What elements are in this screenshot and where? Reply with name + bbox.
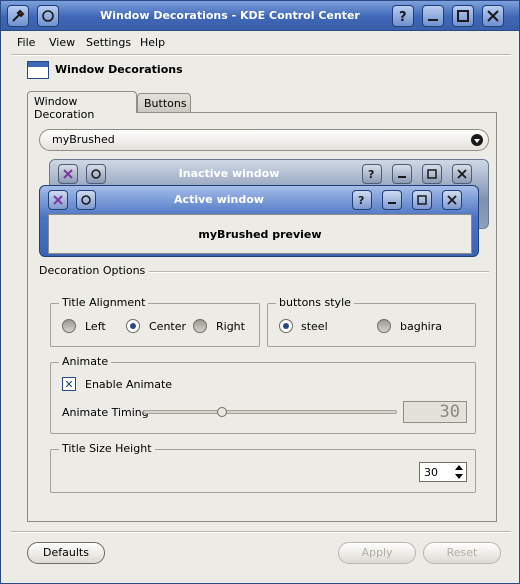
- menubar: File View Settings Help: [1, 33, 519, 53]
- align-left-radio[interactable]: [62, 319, 76, 333]
- animate-timing-display: 30: [403, 401, 467, 423]
- preview-menu-icon: [48, 190, 68, 210]
- footer-separator: [11, 531, 511, 533]
- animate-label: Animate: [59, 355, 112, 368]
- enable-animate-checkbox[interactable]: ✕: [62, 377, 76, 391]
- window-title: Window Decorations - KDE Control Center: [100, 9, 360, 22]
- inactive-window-title: Inactive window: [178, 167, 280, 180]
- preview-menu-icon: [58, 164, 78, 184]
- reset-button[interactable]: Reset: [423, 542, 501, 564]
- animate-timing-slider[interactable]: [143, 407, 397, 417]
- align-center-radio[interactable]: [126, 319, 140, 333]
- active-window-preview: Active window ? myBrushed preview: [39, 185, 479, 257]
- svg-text:?: ?: [368, 168, 374, 180]
- style-baghira-radio[interactable]: [377, 319, 391, 333]
- minimize-button[interactable]: [422, 5, 444, 27]
- menu-settings[interactable]: Settings: [86, 36, 131, 49]
- title-size-spinbox[interactable]: 30: [419, 462, 467, 482]
- align-right-label: Right: [216, 320, 245, 333]
- preview-maximize-icon: [422, 164, 442, 184]
- style-baghira-label: baghira: [400, 320, 442, 333]
- menu-view[interactable]: View: [49, 36, 75, 49]
- menubar-separator: [11, 54, 511, 56]
- preview-help-icon: ?: [352, 190, 372, 210]
- animate-group: Animate: [50, 355, 476, 434]
- window-titlebar[interactable]: Window Decorations - KDE Control Center …: [1, 1, 519, 31]
- menu-file[interactable]: File: [17, 36, 35, 49]
- preview-maximize-icon: [412, 190, 432, 210]
- spin-up-icon[interactable]: [455, 465, 463, 470]
- help-button[interactable]: ?: [392, 5, 414, 27]
- title-alignment-label: Title Alignment: [59, 296, 149, 309]
- preview-body: myBrushed preview: [48, 214, 472, 254]
- window-decoration-icon: [27, 61, 49, 79]
- kde-window: Window Decorations - KDE Control Center …: [0, 0, 520, 584]
- sticky-button[interactable]: [37, 5, 59, 27]
- tools-icon[interactable]: [7, 5, 29, 27]
- preview-close-icon: [442, 190, 462, 210]
- align-right-radio[interactable]: [193, 319, 207, 333]
- menu-help[interactable]: Help: [140, 36, 165, 49]
- apply-button[interactable]: Apply: [338, 542, 416, 564]
- maximize-button[interactable]: [452, 5, 474, 27]
- spin-down-icon[interactable]: [455, 474, 463, 479]
- enable-animate-label: Enable Animate: [85, 378, 173, 391]
- animate-timing-label: Animate Timing: [62, 406, 149, 419]
- style-steel-label: steel: [301, 320, 328, 333]
- active-window-title: Active window: [174, 193, 264, 206]
- tab-buttons[interactable]: Buttons: [137, 93, 191, 113]
- align-left-label: Left: [85, 320, 106, 333]
- preview-minimize-icon: [392, 164, 412, 184]
- module-title: Window Decorations: [55, 63, 183, 76]
- align-center-label: Center: [149, 320, 187, 333]
- decoration-select[interactable]: myBrushed: [39, 129, 489, 151]
- title-size-label: Title Size Height: [59, 442, 155, 455]
- tab-window-decoration[interactable]: Window Decoration: [27, 91, 137, 121]
- preview-help-icon: ?: [362, 164, 382, 184]
- style-steel-radio[interactable]: [279, 319, 293, 333]
- svg-text:?: ?: [399, 10, 407, 23]
- title-size-group: Title Size Height: [50, 442, 476, 493]
- svg-text:?: ?: [358, 194, 364, 206]
- decoration-select-value: myBrushed: [52, 133, 115, 146]
- buttons-style-label: buttons style: [276, 296, 354, 309]
- decoration-options-label: Decoration Options: [39, 264, 150, 277]
- preview-sticky-icon: [86, 164, 106, 184]
- buttons-style-group: buttons style: [267, 296, 476, 347]
- title-size-value: 30: [424, 466, 438, 479]
- check-mark-icon: ✕: [64, 377, 74, 391]
- preview-minimize-icon: [382, 190, 402, 210]
- slider-handle[interactable]: [217, 407, 227, 417]
- preview-sticky-icon: [76, 190, 96, 210]
- preview-body-text: myBrushed preview: [198, 227, 322, 241]
- preview-close-icon: [452, 164, 472, 184]
- defaults-button[interactable]: Defaults: [27, 542, 105, 564]
- chevron-down-icon: [471, 134, 483, 146]
- close-button[interactable]: [482, 5, 504, 27]
